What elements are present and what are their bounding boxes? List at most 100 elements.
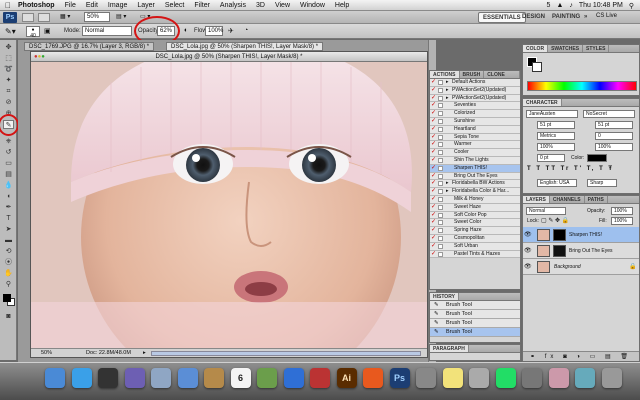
- tab-character[interactable]: CHARACTER: [523, 99, 562, 106]
- photo-booth-icon[interactable]: [310, 368, 330, 388]
- status-menu-icon[interactable]: ▸: [143, 349, 146, 358]
- color-bg-swatch[interactable]: [532, 62, 542, 72]
- action-enabled-checkbox[interactable]: ✓: [431, 235, 436, 241]
- history-state-row[interactable]: ✎ Brush Tool: [430, 328, 520, 337]
- tab-actions[interactable]: ACTIONS: [430, 71, 460, 78]
- layer-row-eyes[interactable]: 👁 Bring Out The Eyes: [523, 243, 639, 259]
- action-enabled-checkbox[interactable]: ✓: [431, 212, 436, 218]
- action-dialog-toggle[interactable]: [438, 196, 443, 202]
- vertical-scale-field[interactable]: 100%: [537, 143, 575, 151]
- action-enabled-checkbox[interactable]: ✓: [431, 87, 436, 93]
- tab-color[interactable]: COLOR: [523, 45, 549, 52]
- mail-icon[interactable]: [177, 368, 198, 388]
- illustrator-icon[interactable]: Ai: [336, 368, 357, 388]
- text-color-swatch[interactable]: [587, 154, 607, 162]
- layer-opacity-field[interactable]: 100%: [611, 207, 633, 215]
- action-row[interactable]: ✓ Heartland: [430, 125, 520, 134]
- action-dialog-toggle[interactable]: [438, 251, 443, 257]
- menu-analysis[interactable]: Analysis: [220, 2, 246, 9]
- font-family-select[interactable]: JaneAusten: [526, 110, 578, 118]
- action-dialog-toggle[interactable]: [438, 220, 443, 226]
- horizontal-scrollbar[interactable]: [151, 351, 421, 356]
- menu-select[interactable]: Select: [165, 2, 184, 9]
- action-enabled-checkbox[interactable]: ✓: [431, 79, 436, 85]
- action-row[interactable]: ✓ Milk & Honey: [430, 195, 520, 204]
- document-tab-1[interactable]: DSC_1769.JPG @ 16.7% (Layer 3, RGB/8) *: [24, 42, 155, 51]
- tab-history[interactable]: HISTORY: [430, 293, 459, 300]
- visibility-eye-icon[interactable]: 👁: [524, 247, 532, 254]
- action-dialog-toggle[interactable]: [438, 181, 443, 187]
- shape-tool-icon[interactable]: ▬: [3, 236, 14, 245]
- quick-selection-tool-icon[interactable]: ✦: [3, 76, 14, 85]
- pen-tool-icon[interactable]: ✒: [3, 203, 14, 212]
- action-enabled-checkbox[interactable]: ✓: [431, 243, 436, 249]
- action-enabled-checkbox[interactable]: ✓: [431, 165, 436, 171]
- contacts-icon[interactable]: [204, 368, 224, 388]
- clock[interactable]: Thu 10:48 PM: [579, 2, 623, 9]
- menu-help[interactable]: Help: [335, 2, 349, 9]
- iphoto-icon[interactable]: [257, 368, 277, 388]
- blend-mode-select[interactable]: Normal: [526, 207, 566, 215]
- tab-styles[interactable]: STYLES: [583, 45, 610, 52]
- action-enabled-checkbox[interactable]: ✓: [431, 196, 436, 202]
- language-select[interactable]: English: USA: [537, 179, 577, 187]
- action-enabled-checkbox[interactable]: ✓: [431, 204, 436, 210]
- tab-layers[interactable]: LAYERS: [523, 196, 550, 203]
- lock-icons[interactable]: ▢ ✎ ✥ 🔒: [541, 217, 569, 224]
- action-enabled-checkbox[interactable]: ✓: [431, 141, 436, 147]
- brush-panel-toggle-icon[interactable]: ▣: [44, 27, 51, 35]
- action-dialog-toggle[interactable]: [438, 134, 443, 140]
- status-zoom[interactable]: 50%: [41, 349, 52, 358]
- action-enabled-checkbox[interactable]: ✓: [431, 126, 436, 132]
- brush-preset-icon[interactable]: ✎▾: [5, 27, 16, 36]
- action-dialog-toggle[interactable]: [438, 126, 443, 132]
- time-machine-icon[interactable]: [495, 368, 516, 388]
- path-selection-tool-icon[interactable]: ➤: [3, 225, 14, 234]
- firefox-icon[interactable]: [363, 368, 383, 388]
- history-state-row[interactable]: ✎ Brush Tool: [430, 301, 520, 310]
- action-row[interactable]: ✓ Pastel Tints & Hazes: [430, 250, 520, 259]
- move-tool-icon[interactable]: ✥: [3, 43, 14, 52]
- action-enabled-checkbox[interactable]: ✓: [431, 219, 436, 225]
- action-dialog-toggle[interactable]: [438, 80, 443, 85]
- menu-filter[interactable]: Filter: [194, 2, 210, 9]
- tracking-field[interactable]: 0: [595, 132, 633, 140]
- action-enabled-checkbox[interactable]: ✓: [431, 95, 436, 101]
- crop-tool-icon[interactable]: ⌗: [3, 87, 14, 96]
- marquee-tool-icon[interactable]: ⬚: [3, 54, 14, 63]
- action-dialog-toggle[interactable]: [438, 165, 443, 171]
- gradient-tool-icon[interactable]: ▤: [3, 170, 14, 179]
- action-enabled-checkbox[interactable]: ✓: [431, 157, 436, 163]
- menu-3d[interactable]: 3D: [256, 2, 265, 9]
- action-row[interactable]: ✓ ▸ PWActionSet2(Updated): [430, 94, 520, 103]
- extras-menu[interactable]: ▦ ▾: [60, 13, 70, 20]
- itunes-icon[interactable]: [283, 368, 304, 388]
- action-row[interactable]: ✓ Soft Color Pop: [430, 211, 520, 220]
- canvas-photo[interactable]: [31, 62, 427, 349]
- volume-icon[interactable]: ♪: [569, 2, 573, 9]
- action-dialog-toggle[interactable]: [438, 157, 443, 163]
- mini-bridge-icon[interactable]: [38, 13, 50, 22]
- workspace-more-button[interactable]: »: [580, 12, 591, 23]
- action-enabled-checkbox[interactable]: ✓: [431, 180, 436, 186]
- action-dialog-toggle[interactable]: [438, 173, 443, 179]
- text-style-buttons[interactable]: T T TT Tr T' T, T Ŧ: [527, 166, 614, 172]
- spotlight-icon[interactable]: ⚲: [629, 2, 634, 10]
- action-row[interactable]: ✓ ▸ PWActionSet2(Updated): [430, 86, 520, 95]
- action-row[interactable]: ✓ Soft Urban: [430, 242, 520, 251]
- action-dialog-toggle[interactable]: [438, 103, 443, 109]
- font-style-select[interactable]: NoSecret: [583, 110, 635, 118]
- action-enabled-checkbox[interactable]: ✓: [431, 118, 436, 124]
- apple-menu-icon[interactable]: : [5, 1, 11, 10]
- anti-alias-select[interactable]: Sharp: [587, 179, 617, 187]
- window-controls-icon[interactable]: ●●●: [34, 54, 45, 60]
- arrange-documents-icon[interactable]: ▤ ▾: [116, 13, 126, 20]
- action-enabled-checkbox[interactable]: ✓: [431, 188, 436, 194]
- quick-mask-icon[interactable]: ◙: [3, 312, 14, 321]
- action-enabled-checkbox[interactable]: ✓: [431, 134, 436, 140]
- menu-file[interactable]: File: [65, 2, 76, 9]
- action-dialog-toggle[interactable]: [438, 111, 443, 117]
- action-row[interactable]: ✓ Colorized: [430, 110, 520, 118]
- horizontal-scale-field[interactable]: 100%: [595, 143, 633, 151]
- menu-photoshop[interactable]: Photoshop: [18, 2, 55, 9]
